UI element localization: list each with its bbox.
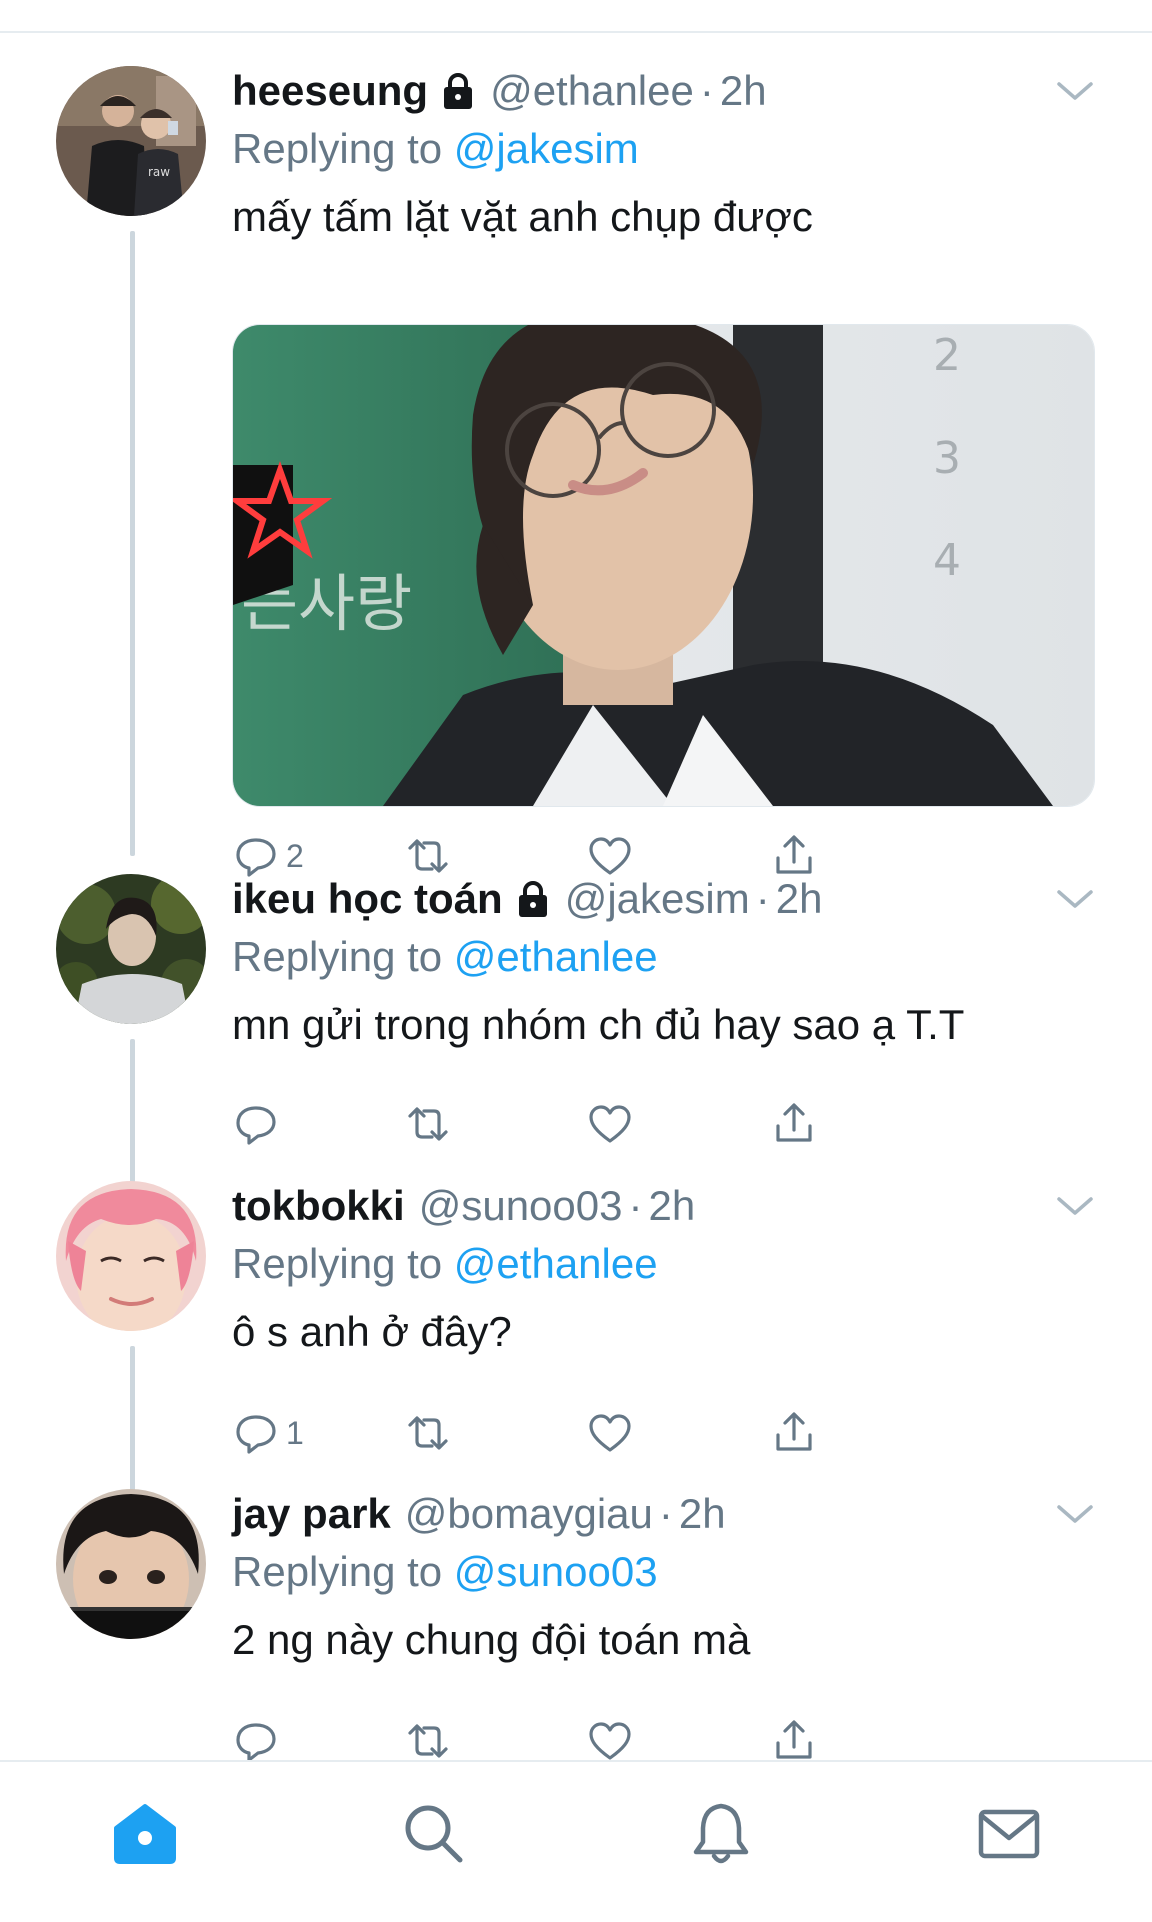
display-name[interactable]: ikeu học toán: [232, 874, 503, 924]
reply-count: 1: [286, 1414, 304, 1451]
share-button[interactable]: [770, 1094, 818, 1154]
tweet-text: mấy tấm lặt vặt anh chụp được: [232, 193, 813, 240]
like-button[interactable]: [586, 1403, 634, 1463]
user-handle[interactable]: @jakesim: [565, 874, 750, 924]
board-number: 2: [933, 330, 961, 381]
chevron-down-icon[interactable]: [1055, 1501, 1095, 1527]
heart-icon: [589, 1105, 631, 1143]
replying-to: Replying to @jakesim: [232, 124, 639, 174]
tweet-actions: 1: [232, 1403, 1072, 1463]
media-photo: 2 3 4 는사랑: [233, 325, 1094, 806]
nav-notifications[interactable]: [686, 1798, 756, 1868]
tweet-header: jay park @bomaygiau · 2h: [232, 1489, 726, 1539]
nav-home[interactable]: [110, 1798, 180, 1868]
display-name[interactable]: heeseung: [232, 66, 428, 116]
display-name[interactable]: jay park: [232, 1489, 391, 1539]
tweet-header: heeseung @ethanlee · 2h: [232, 66, 767, 116]
search-icon: [405, 1805, 463, 1863]
replying-to-label: Replying to: [232, 1548, 443, 1595]
replying-to-label: Replying to: [232, 125, 443, 172]
thread-line: [130, 231, 135, 856]
board-number: 4: [933, 535, 961, 586]
share-icon: [776, 1412, 812, 1451]
replying-to-label: Replying to: [232, 1240, 443, 1287]
retweet-button[interactable]: [404, 1094, 452, 1154]
share-button[interactable]: [770, 1403, 818, 1463]
mention-link[interactable]: @ethanlee: [454, 933, 658, 980]
chevron-down-icon[interactable]: [1055, 78, 1095, 104]
nav-search[interactable]: [398, 1798, 468, 1868]
retweet-icon: [408, 1107, 448, 1141]
timestamp[interactable]: 2h: [679, 1489, 726, 1539]
nav-messages[interactable]: [974, 1798, 1044, 1868]
tweet-header: tokbokki @sunoo03 · 2h: [232, 1181, 695, 1231]
reply-button[interactable]: 1: [232, 1403, 304, 1463]
reply-button[interactable]: [232, 1094, 286, 1154]
retweet-icon: [408, 1416, 448, 1450]
reply-icon: [236, 1415, 276, 1454]
thread-line: [130, 1346, 135, 1498]
reply-icon: [236, 838, 276, 877]
board-number: 3: [933, 433, 961, 484]
user-handle[interactable]: @ethanlee: [490, 66, 694, 116]
reply-icon: [236, 1106, 276, 1145]
replying-to-label: Replying to: [232, 933, 443, 980]
tweet-1[interactable]: raw heeseung @ethanlee · 2h Replying to …: [0, 66, 1152, 877]
tweet-header: ikeu học toán @jakesim · 2h: [232, 874, 822, 924]
bottom-tab-bar: [0, 1760, 1152, 1922]
replying-to: Replying to @sunoo03: [232, 1547, 658, 1597]
avatar[interactable]: [56, 874, 206, 1024]
reply-count: 2: [286, 837, 304, 874]
separator-dot: ·: [755, 875, 770, 922]
chevron-down-icon[interactable]: [1055, 1193, 1095, 1219]
heart-icon: [589, 837, 631, 875]
share-icon: [776, 835, 812, 874]
tweet-3[interactable]: tokbokki @sunoo03 · 2h Replying to @etha…: [0, 1181, 1152, 1498]
lock-icon: [438, 71, 478, 111]
home-icon: [114, 1804, 176, 1864]
svg-text:raw: raw: [148, 165, 170, 179]
mail-icon: [978, 1809, 1040, 1859]
separator-dot: ·: [658, 1490, 673, 1537]
user-handle[interactable]: @bomaygiau: [405, 1489, 653, 1539]
retweet-icon: [408, 1724, 448, 1758]
tweet-text: 2 ng này chung đội toán mà: [232, 1616, 751, 1663]
share-icon: [776, 1720, 812, 1759]
separator-dot: ·: [699, 67, 714, 114]
display-name[interactable]: tokbokki: [232, 1181, 405, 1231]
timestamp[interactable]: 2h: [649, 1181, 696, 1231]
top-divider: [0, 31, 1152, 33]
avatar[interactable]: raw: [56, 66, 206, 216]
tweet-media-image[interactable]: 2 3 4 는사랑: [232, 324, 1095, 807]
replying-to: Replying to @ethanlee: [232, 932, 658, 982]
heart-icon: [589, 1414, 631, 1452]
chevron-down-icon[interactable]: [1055, 886, 1095, 912]
share-icon: [776, 1103, 812, 1142]
timestamp[interactable]: 2h: [720, 66, 767, 116]
mention-link[interactable]: @sunoo03: [454, 1548, 658, 1595]
tweet-text: ô s anh ở đây?: [232, 1308, 512, 1355]
lock-icon: [513, 879, 553, 919]
timestamp[interactable]: 2h: [776, 874, 823, 924]
replying-to: Replying to @ethanlee: [232, 1239, 658, 1289]
mention-link[interactable]: @ethanlee: [454, 1240, 658, 1287]
tweet-text: mn gửi trong nhóm ch đủ hay sao ạ T.T: [232, 1001, 965, 1048]
thread-line: [130, 1039, 135, 1189]
mention-link[interactable]: @jakesim: [454, 125, 639, 172]
bell-icon: [693, 1803, 749, 1864]
tweet-4[interactable]: jay park @bomaygiau · 2h Replying to @su…: [0, 1489, 1152, 1762]
tweet-actions: [232, 1094, 1072, 1154]
avatar[interactable]: [56, 1181, 206, 1331]
like-button[interactable]: [586, 1094, 634, 1154]
separator-dot: ·: [628, 1182, 643, 1229]
retweet-icon: [408, 839, 448, 873]
avatar[interactable]: [56, 1489, 206, 1639]
tweet-2[interactable]: ikeu học toán @jakesim · 2h Replying to …: [0, 874, 1152, 1189]
user-handle[interactable]: @sunoo03: [419, 1181, 623, 1231]
reply-icon: [236, 1723, 276, 1762]
retweet-button[interactable]: [404, 1403, 452, 1463]
heart-icon: [589, 1722, 631, 1760]
